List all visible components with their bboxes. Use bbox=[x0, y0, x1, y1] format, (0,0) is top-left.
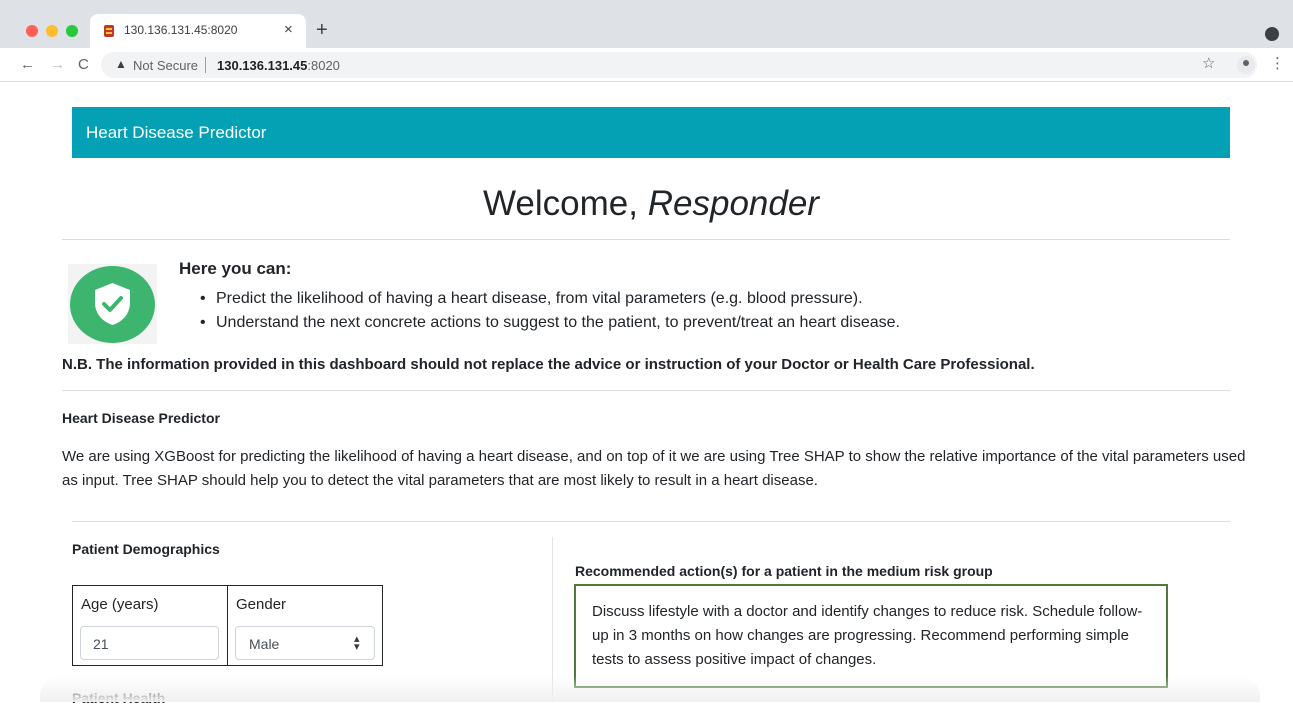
predictor-title: Heart Disease Predictor bbox=[62, 410, 220, 426]
recommendation-text: Discuss lifestyle with a doctor and iden… bbox=[592, 603, 1143, 668]
age-value: 21 bbox=[93, 636, 109, 652]
browser-tab-bar: 130.136.131.45:8020 × + bbox=[0, 0, 1293, 48]
recommendation-box: Discuss lifestyle with a doctor and iden… bbox=[574, 584, 1168, 688]
intro-list: Predict the likelihood of having a heart… bbox=[200, 287, 900, 335]
age-input[interactable]: 21 bbox=[80, 626, 219, 660]
bookmark-star-icon[interactable]: ☆ bbox=[1202, 54, 1215, 72]
divider bbox=[62, 239, 1230, 240]
reload-icon[interactable]: C bbox=[78, 56, 89, 74]
tab-close-icon[interactable]: × bbox=[284, 21, 293, 38]
shield-icon-container bbox=[68, 264, 157, 344]
tab-search-icon[interactable] bbox=[1265, 27, 1279, 41]
divider bbox=[62, 390, 1230, 391]
url-port: :8020 bbox=[307, 58, 340, 73]
divider bbox=[72, 521, 1230, 522]
demographics-title: Patient Demographics bbox=[72, 541, 220, 557]
bottom-fade bbox=[40, 676, 1260, 702]
gender-select[interactable]: Male ▴ ▾ bbox=[235, 626, 375, 660]
page-title: Welcome, Responder bbox=[0, 184, 1293, 224]
list-item: Understand the next concrete actions to … bbox=[200, 311, 900, 335]
warning-icon[interactable]: ▲ bbox=[115, 57, 127, 71]
list-item: Predict the likelihood of having a heart… bbox=[200, 287, 900, 311]
disclaimer-text: N.B. The information provided in this da… bbox=[62, 356, 1035, 373]
profile-avatar-icon[interactable] bbox=[1237, 56, 1255, 74]
table-divider bbox=[227, 586, 228, 665]
recommendation-title: Recommended action(s) for a patient in t… bbox=[575, 563, 993, 579]
new-tab-button[interactable]: + bbox=[316, 20, 328, 40]
url-text[interactable]: 130.136.131.45:8020 bbox=[217, 58, 340, 73]
address-bar[interactable]: ▲ Not Secure 130.136.131.45:8020 bbox=[101, 52, 1257, 78]
window-zoom-button[interactable] bbox=[66, 25, 78, 37]
address-divider bbox=[205, 57, 206, 73]
demographics-table: Age (years) Gender 21 Male ▴ ▾ bbox=[72, 585, 383, 666]
welcome-name: Responder bbox=[647, 184, 819, 223]
predictor-description: We are using XGBoost for predicting the … bbox=[62, 448, 1246, 489]
gender-label: Gender bbox=[236, 596, 287, 613]
intro-title: Here you can: bbox=[179, 259, 292, 278]
browser-menu-icon[interactable]: ⋮ bbox=[1270, 54, 1285, 72]
browser-toolbar: ← → C ▲ Not Secure 130.136.131.45:8020 bbox=[0, 48, 1293, 82]
tab-title: 130.136.131.45:8020 bbox=[124, 23, 238, 37]
back-arrow-icon[interactable]: ← bbox=[20, 56, 35, 74]
window-minimize-button[interactable] bbox=[46, 25, 58, 37]
navbar-brand[interactable]: Heart Disease Predictor bbox=[86, 123, 266, 143]
app-navbar: Heart Disease Predictor bbox=[72, 107, 1230, 158]
url-host: 130.136.131.45 bbox=[217, 58, 308, 73]
welcome-prefix: Welcome, bbox=[483, 184, 638, 223]
select-arrows-icon: ▴ ▾ bbox=[354, 633, 360, 653]
window-close-button[interactable] bbox=[26, 25, 38, 37]
forward-arrow-icon[interactable]: → bbox=[50, 56, 65, 74]
age-label: Age (years) bbox=[81, 596, 159, 613]
shield-check-icon bbox=[70, 266, 155, 343]
gender-value: Male bbox=[249, 636, 280, 652]
browser-tab[interactable]: 130.136.131.45:8020 × bbox=[90, 14, 306, 48]
favicon-icon bbox=[104, 25, 114, 37]
security-label[interactable]: Not Secure bbox=[133, 58, 198, 73]
